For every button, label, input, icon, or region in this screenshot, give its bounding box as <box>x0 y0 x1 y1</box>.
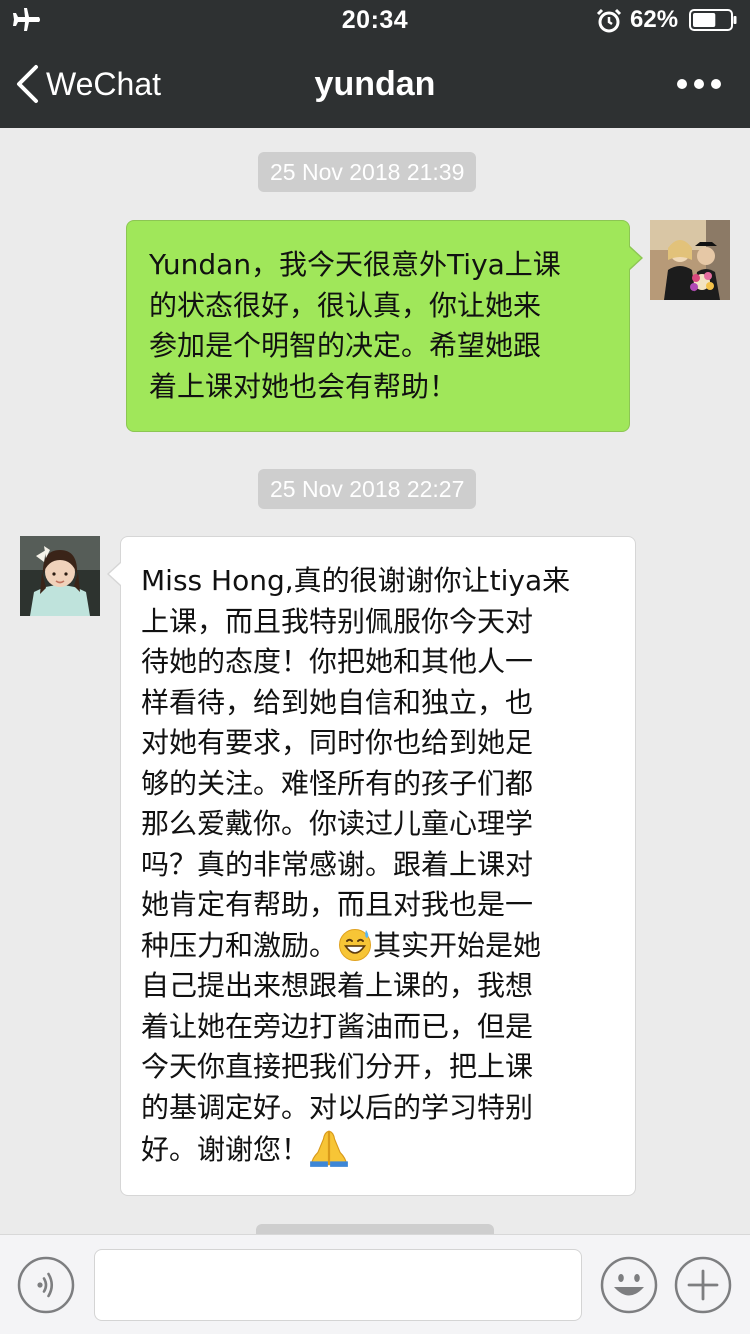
battery-percentage: 62% <box>630 6 679 33</box>
alarm-clock-icon <box>596 8 622 33</box>
received-message-bubble[interactable]: Miss Hong,真的很谢谢你让tiya来 上课，而且我特别佩服你今天对 待她… <box>107 536 636 1196</box>
status-bar: 20:34 62% <box>0 0 750 40</box>
folded-hands-emoji-icon <box>310 1130 348 1167</box>
battery-icon <box>689 9 737 31</box>
message-line: 的基调定好。对以后的学习特别 <box>141 1090 534 1124</box>
emoji-sticker-icon[interactable] <box>600 1256 658 1314</box>
message-line: 吗？真的非常感谢。跟着上课对 <box>141 847 534 881</box>
message-text: 种压力和激励。 <box>141 928 338 962</box>
message-line: 待她的态度！你把她和其他人一 <box>141 645 534 678</box>
avatar-photo <box>650 220 730 300</box>
message-line: Miss Hong,真的很谢谢你让tiya来 <box>141 564 571 597</box>
message-line: 参加是个明智的决定。希望她跟 <box>149 329 542 362</box>
message-line: Yundan，我今天很意外Tiya上课 <box>149 248 561 281</box>
chat-history[interactable]: 25 Nov 2018 21:39 Yundan，我今天很意外Tiya上课 的状… <box>0 128 750 1254</box>
chat-title: yundan <box>314 65 436 103</box>
message-line: 对她有要求，同时你也给到她足 <box>141 726 534 759</box>
message-line: 着让她在旁边打酱油而已，但是 <box>141 1009 534 1043</box>
message-line: 今天你直接把我们分开，把上课 <box>141 1050 534 1083</box>
message-line: 那么爱戴你。你读过儿童心理学 <box>141 807 534 840</box>
sent-message-bubble[interactable]: Yundan，我今天很意外Tiya上课 的状态很好，很认真，你让她来 参加是个明… <box>126 220 643 432</box>
voice-input-icon[interactable] <box>17 1256 75 1314</box>
add-more-icon[interactable] <box>674 1256 732 1314</box>
message-line: 够的关注。难怪所有的孩子们都 <box>141 766 534 800</box>
message-line: 着上课对她也会有帮助！ <box>149 369 458 403</box>
message-line: 样看待，给到她自信和独立，也 <box>141 685 534 719</box>
message-input[interactable] <box>94 1249 582 1321</box>
message-text: 其实开始是她 <box>373 928 542 962</box>
message-line: 种压力和激励。 其实开始是她 <box>141 926 615 967</box>
input-toolbar <box>0 1234 750 1334</box>
message-line: 上课，而且我特别佩服你今天对 <box>141 604 534 638</box>
message-line: 的状态很好，很认真，你让她来 <box>149 288 542 322</box>
message-timestamp: 25 Nov 2018 22:27 <box>258 469 477 509</box>
avatar-photo <box>20 536 100 616</box>
message-line: 好。谢谢您！ <box>141 1128 615 1171</box>
message-timestamp: 25 Nov 2018 21:39 <box>258 152 477 192</box>
more-options-icon[interactable] <box>674 70 724 98</box>
message-line: 自己提出来想跟着上课的，我想 <box>141 969 534 1002</box>
grinning-sweat-emoji-icon <box>339 928 372 961</box>
message-line: 她肯定有帮助，而且对我也是一 <box>141 888 534 921</box>
my-avatar[interactable] <box>650 220 730 300</box>
navigation-bar: WeChat yundan <box>0 40 750 128</box>
message-text: 好。谢谢您！ <box>141 1133 310 1166</box>
contact-avatar[interactable] <box>20 536 100 616</box>
